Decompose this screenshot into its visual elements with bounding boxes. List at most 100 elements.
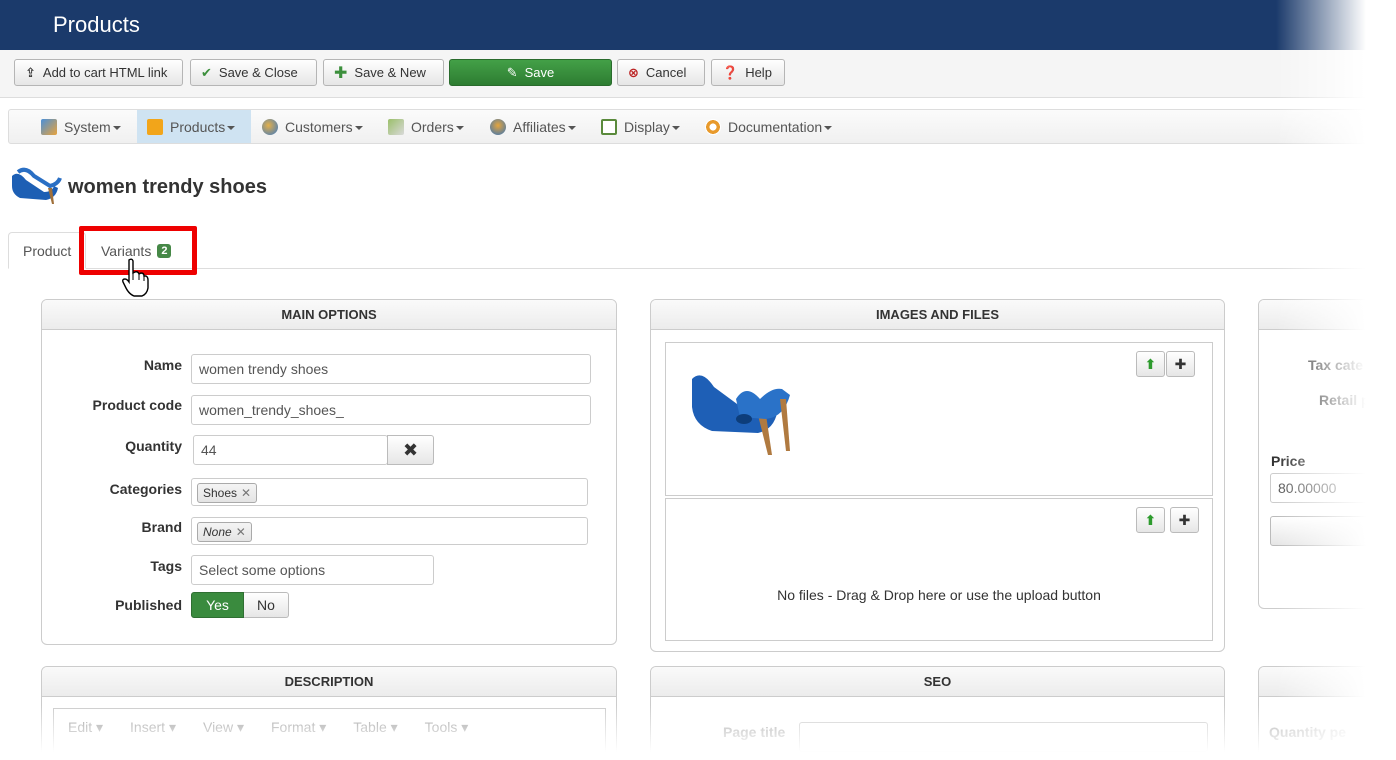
page-header: Products bbox=[0, 0, 1396, 50]
editor-menu-label: Insert bbox=[130, 719, 166, 735]
description-editor[interactable]: Edit ▾ Insert ▾ View ▾ Format ▾ Table ▾ … bbox=[53, 708, 606, 760]
no-files-message: No files - Drag & Drop here or use the u… bbox=[777, 587, 1101, 603]
checkmark-icon: ✔ bbox=[201, 64, 212, 80]
menu-customers[interactable]: Customers bbox=[252, 110, 373, 143]
published-toggle: Yes No bbox=[191, 592, 289, 618]
quantity-per-label: Quantity pe bbox=[1269, 724, 1347, 740]
edit-icon: ✎ bbox=[506, 64, 518, 80]
retail-price-label: Retail p bbox=[1319, 392, 1370, 408]
editor-menu-label: View bbox=[202, 719, 234, 735]
remove-icon[interactable]: ✕ bbox=[241, 486, 251, 500]
menu-display-label: Display bbox=[624, 118, 670, 135]
editor-menu-table[interactable]: Table ▾ bbox=[353, 719, 397, 736]
cancel-label: Cancel bbox=[645, 65, 687, 80]
product-image bbox=[692, 375, 790, 455]
quantity-label: Quantity bbox=[125, 438, 182, 454]
editor-menubar: Edit ▾ Insert ▾ View ▾ Format ▾ Table ▾ … bbox=[54, 709, 605, 746]
bottom-right-panel: Quantity pe bbox=[1258, 666, 1396, 760]
save-label: Save bbox=[524, 65, 555, 80]
tags-label: Tags bbox=[150, 558, 182, 574]
save-new-label: Save & New bbox=[354, 65, 426, 80]
add-to-cart-label: Add to cart HTML link bbox=[42, 65, 168, 80]
save-button[interactable]: ✎ Save bbox=[449, 59, 612, 86]
seo-panel: SEO Page title bbox=[650, 666, 1225, 760]
cancel-button[interactable]: ⊗ Cancel bbox=[617, 59, 705, 86]
tags-input[interactable]: Select some options bbox=[191, 555, 434, 585]
toolbar: ⇪ Add to cart HTML link ✔ Save & Close ✚… bbox=[0, 50, 1396, 98]
editor-menu-view[interactable]: View ▾ bbox=[203, 719, 244, 736]
price-action-button[interactable] bbox=[1270, 516, 1396, 546]
cancel-icon: ⊗ bbox=[628, 64, 639, 80]
files-dropzone[interactable]: ⬆ ✚ No files - Drag & Drop here or use t… bbox=[665, 498, 1213, 641]
price-panel: Tax cate Retail p Price 80.00000 bbox=[1258, 299, 1396, 609]
plus-icon: ✚ bbox=[1174, 356, 1187, 372]
tax-category-label: Tax cate bbox=[1308, 357, 1363, 373]
published-yes-button[interactable]: Yes bbox=[191, 592, 244, 618]
add-image-button[interactable]: ✚ bbox=[1166, 351, 1195, 377]
product-thumbnail bbox=[12, 167, 62, 204]
product-title: women trendy shoes bbox=[68, 176, 267, 198]
chevron-down-icon bbox=[567, 125, 576, 130]
menu-system[interactable]: System bbox=[31, 110, 131, 143]
quantity-clear-button[interactable]: ✖ bbox=[387, 435, 434, 465]
bottom-right-panel-header bbox=[1259, 667, 1396, 697]
brand-label: Brand bbox=[141, 519, 182, 535]
editor-menu-label: Format bbox=[271, 719, 316, 735]
images-dropzone[interactable]: ⬆ ✚ bbox=[665, 342, 1213, 496]
images-files-panel: IMAGES AND FILES ⬆ ✚ ⬆ ✚ No files - Drag… bbox=[650, 299, 1225, 652]
brand-input[interactable]: None ✕ bbox=[191, 517, 588, 545]
tab-product-label: Product bbox=[23, 242, 72, 259]
chevron-down-icon bbox=[354, 125, 363, 130]
menu-products[interactable]: Products bbox=[137, 110, 251, 143]
price-input[interactable]: 80.00000 bbox=[1270, 473, 1396, 503]
categories-input[interactable]: Shoes ✕ bbox=[191, 478, 588, 506]
menu-documentation[interactable]: Documentation bbox=[695, 110, 842, 143]
seo-title: SEO bbox=[651, 667, 1224, 697]
name-input[interactable]: women trendy shoes bbox=[191, 354, 591, 384]
product-code-label: Product code bbox=[92, 397, 182, 413]
lifebuoy-icon bbox=[705, 118, 721, 135]
images-files-title: IMAGES AND FILES bbox=[651, 300, 1224, 330]
main-options-title: MAIN OPTIONS bbox=[42, 300, 616, 330]
upload-file-button[interactable]: ⬆ bbox=[1136, 507, 1165, 533]
upload-image-button[interactable]: ⬆ bbox=[1136, 351, 1165, 377]
help-label: Help bbox=[745, 65, 772, 80]
remove-icon[interactable]: ✕ bbox=[236, 525, 246, 539]
product-code-input[interactable]: women_trendy_shoes_ bbox=[191, 395, 591, 425]
editor-menu-format[interactable]: Format ▾ bbox=[271, 719, 326, 736]
published-label: Published bbox=[115, 597, 182, 613]
quantity-input[interactable]: 44 bbox=[193, 435, 388, 465]
editor-menu-label: Tools bbox=[424, 719, 458, 735]
description-panel: DESCRIPTION Edit ▾ Insert ▾ View ▾ Forma… bbox=[41, 666, 617, 760]
save-close-button[interactable]: ✔ Save & Close bbox=[190, 59, 317, 86]
categories-label: Categories bbox=[109, 481, 182, 497]
upload-icon: ⬆ bbox=[1144, 512, 1157, 528]
add-to-cart-html-link-button[interactable]: ⇪ Add to cart HTML link bbox=[14, 59, 183, 86]
users-icon bbox=[262, 118, 278, 135]
editor-menu-tools[interactable]: Tools ▾ bbox=[425, 719, 469, 736]
chevron-down-icon bbox=[112, 125, 121, 130]
help-icon: ❓ bbox=[722, 64, 739, 80]
display-icon bbox=[601, 118, 617, 135]
hand-pointer-icon bbox=[122, 258, 149, 297]
menu-orders[interactable]: Orders bbox=[378, 110, 474, 143]
upload-icon: ⇪ bbox=[25, 64, 36, 80]
save-new-button[interactable]: ✚ Save & New bbox=[323, 59, 444, 86]
menu-affiliates[interactable]: Affiliates bbox=[480, 110, 586, 143]
plus-icon: ✚ bbox=[334, 64, 348, 82]
chevron-down-icon bbox=[671, 125, 680, 130]
menu-display[interactable]: Display bbox=[591, 110, 690, 143]
editor-menu-insert[interactable]: Insert ▾ bbox=[130, 719, 176, 736]
editor-menu-edit[interactable]: Edit ▾ bbox=[68, 719, 103, 736]
page-title-input[interactable] bbox=[799, 722, 1208, 752]
help-button[interactable]: ❓ Help bbox=[711, 59, 785, 86]
category-chip-label: Shoes bbox=[203, 486, 238, 500]
name-label: Name bbox=[143, 357, 182, 373]
published-no-button[interactable]: No bbox=[244, 592, 289, 618]
page-title-label: Page title bbox=[723, 724, 786, 740]
tab-product[interactable]: Product bbox=[8, 232, 87, 269]
brand-chip-label: None bbox=[203, 525, 232, 539]
menu-customers-label: Customers bbox=[285, 118, 353, 135]
add-file-button[interactable]: ✚ bbox=[1170, 507, 1199, 533]
upload-icon: ⬆ bbox=[1144, 356, 1157, 372]
